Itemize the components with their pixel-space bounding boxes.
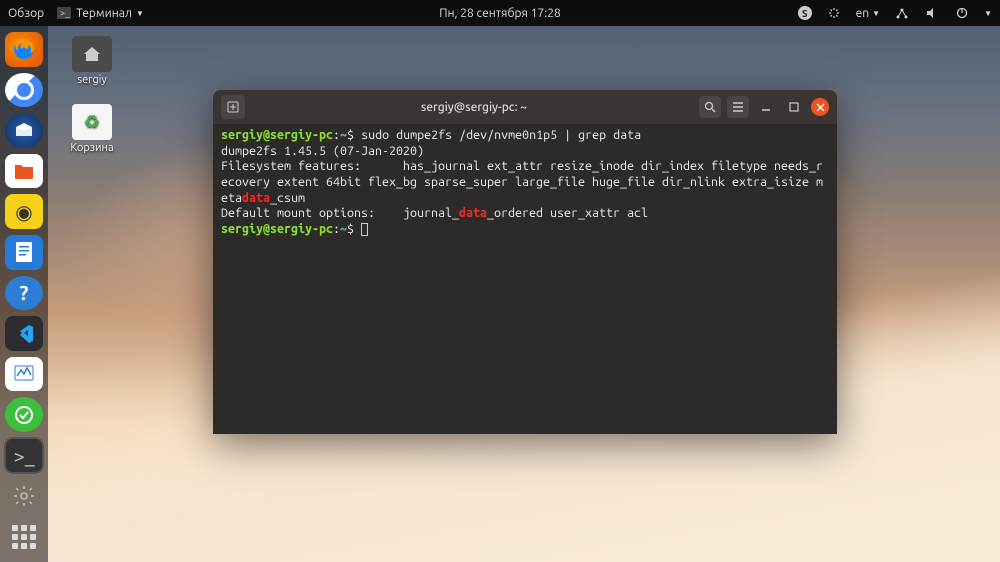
- svg-text:>_: >_: [60, 8, 70, 18]
- dock-rhythmbox[interactable]: ◉: [5, 194, 43, 229]
- terminal-icon: >_: [56, 5, 72, 21]
- search-button[interactable]: [699, 96, 721, 118]
- dock-settings[interactable]: [5, 479, 43, 514]
- input-source-label: en: [856, 7, 869, 20]
- new-tab-button[interactable]: [221, 95, 245, 119]
- trash-icon: ♻: [72, 104, 112, 140]
- minimize-button[interactable]: [755, 96, 777, 118]
- maximize-button[interactable]: [783, 96, 805, 118]
- hamburger-menu-button[interactable]: [727, 96, 749, 118]
- chevron-down-icon: ▼: [984, 9, 992, 18]
- show-applications[interactable]: [5, 519, 43, 554]
- network-icon[interactable]: [894, 5, 910, 21]
- home-icon: [72, 36, 112, 72]
- desktop-home-label: sergiy: [77, 74, 106, 86]
- input-source-indicator[interactable]: en ▼: [856, 7, 880, 20]
- dock-chromium[interactable]: [5, 73, 43, 108]
- window-title: sergiy@sergiy-pc: ~: [249, 101, 699, 114]
- chevron-down-icon: ▼: [872, 9, 880, 18]
- dock-help[interactable]: ?: [5, 276, 43, 311]
- dock-firefox[interactable]: [5, 32, 43, 67]
- dock-files[interactable]: [5, 154, 43, 189]
- close-button[interactable]: [811, 98, 829, 116]
- desktop-trash-label: Корзина: [70, 142, 113, 154]
- app-menu-label: Терминал: [76, 7, 132, 20]
- dock-terminal[interactable]: >_: [5, 438, 43, 473]
- cursor: [361, 223, 368, 236]
- power-icon[interactable]: [954, 5, 970, 21]
- window-titlebar[interactable]: sergiy@sergiy-pc: ~: [213, 90, 837, 124]
- desktop-trash[interactable]: ♻ Корзина: [60, 104, 124, 154]
- skype-indicator-icon[interactable]: S: [798, 6, 812, 20]
- terminal-window: sergiy@sergiy-pc: ~ sergiy@sergiy-pc:~$ …: [213, 90, 837, 434]
- dock-thunderbird[interactable]: [5, 113, 43, 148]
- dock: ◉ ? >_: [0, 26, 48, 562]
- dock-system-monitor[interactable]: [5, 357, 43, 392]
- dock-vscode[interactable]: [5, 316, 43, 351]
- chevron-down-icon: ▼: [136, 9, 144, 18]
- desktop-icons: sergiy ♻ Корзина: [60, 36, 124, 154]
- clock[interactable]: Пн, 28 сентября 17:28: [439, 7, 561, 20]
- dock-writer[interactable]: [5, 235, 43, 270]
- dock-remote[interactable]: [5, 397, 43, 432]
- keyboard-brightness-icon[interactable]: [826, 5, 842, 21]
- activities-button[interactable]: Обзор: [8, 7, 44, 20]
- volume-icon[interactable]: [924, 5, 940, 21]
- desktop-home-folder[interactable]: sergiy: [60, 36, 124, 86]
- top-panel: Обзор >_ Терминал ▼ Пн, 28 сентября 17:2…: [0, 0, 1000, 26]
- app-menu[interactable]: >_ Терминал ▼: [56, 5, 144, 21]
- terminal-output[interactable]: sergiy@sergiy-pc:~$ sudo dumpe2fs /dev/n…: [213, 124, 837, 434]
